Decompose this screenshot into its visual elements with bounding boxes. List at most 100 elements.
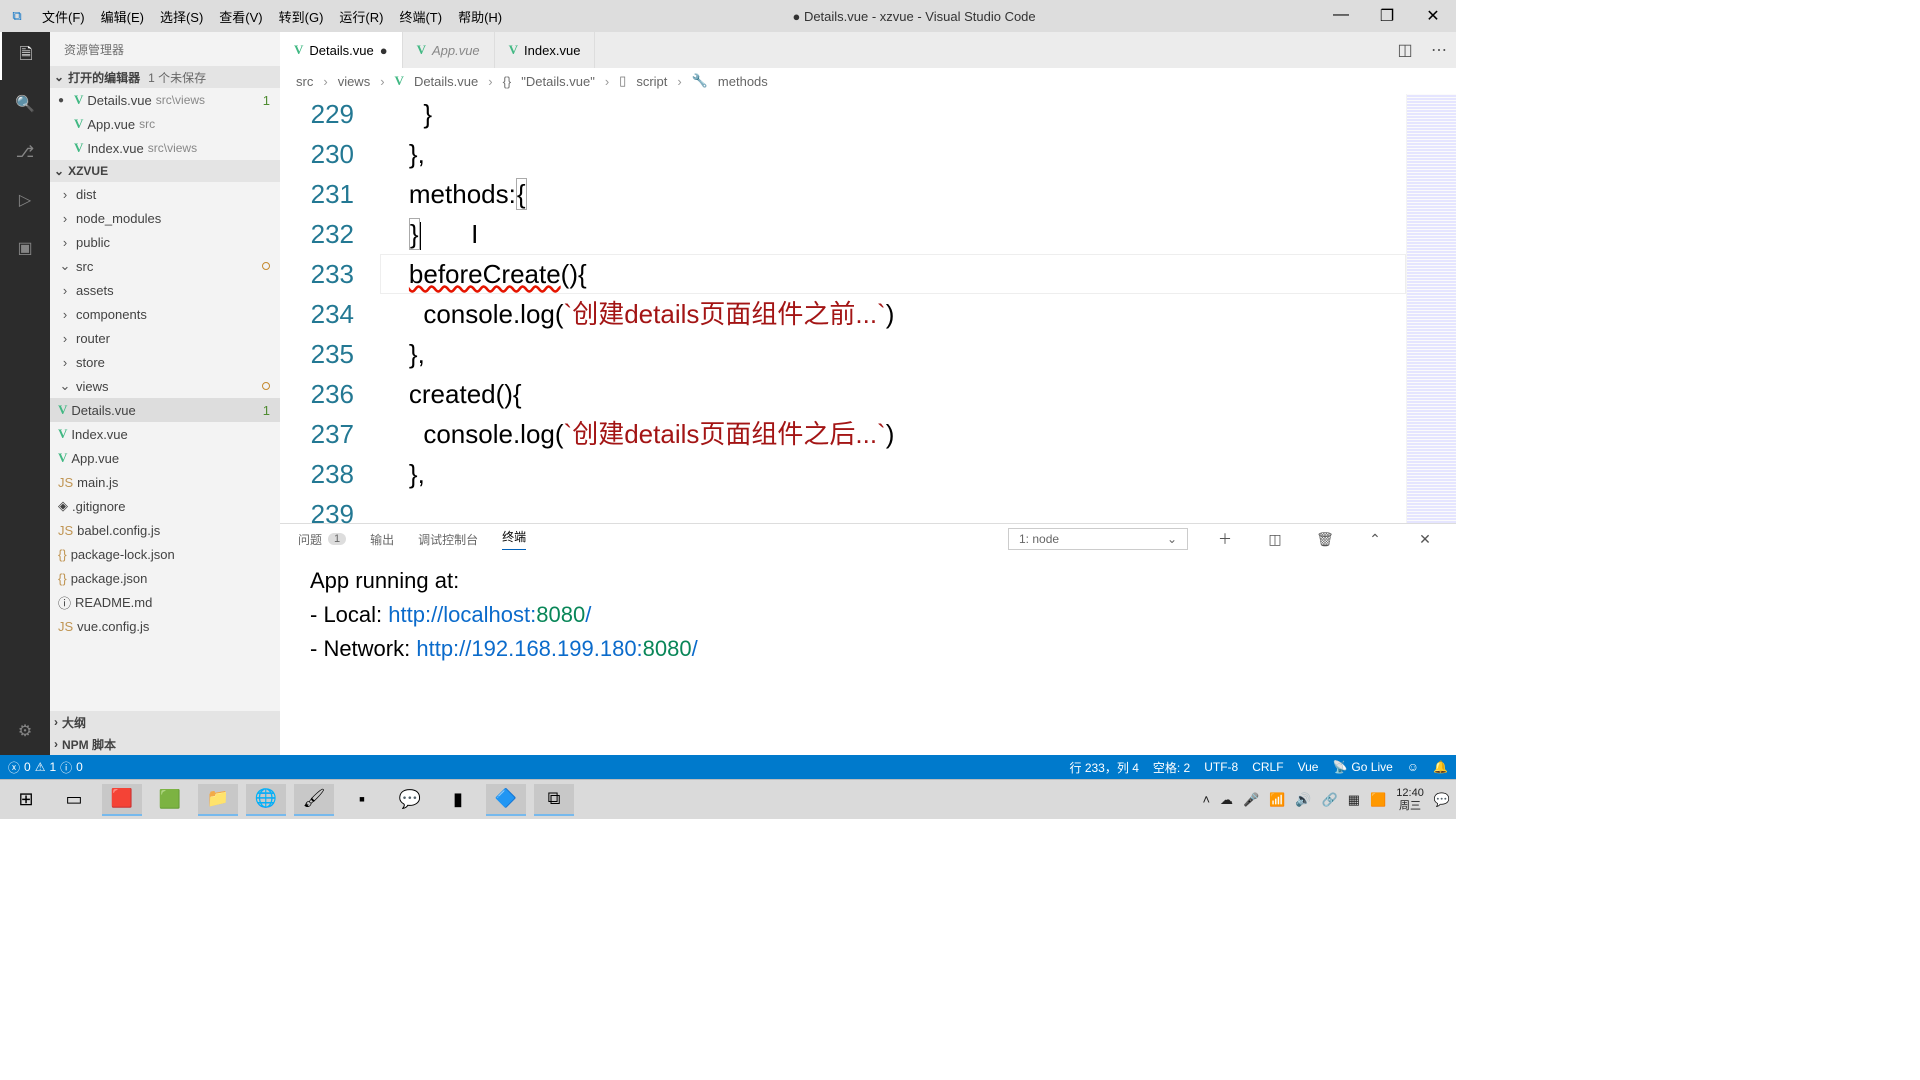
open-editor-item[interactable]: Index.vue src\views xyxy=(50,136,280,160)
close-button[interactable]: ✕ xyxy=(1410,6,1456,26)
search-icon[interactable]: 🔍 xyxy=(0,80,50,128)
wifi-icon[interactable]: 📶 xyxy=(1269,792,1285,808)
tray-chevron-icon[interactable]: ˄ xyxy=(1202,792,1210,807)
run-debug-icon[interactable]: ▷ xyxy=(0,176,50,224)
volume-icon[interactable]: 🔊 xyxy=(1295,792,1311,808)
terminal-output[interactable]: App running at: - Local: http://localhos… xyxy=(280,554,1456,755)
menu-run[interactable]: 运行(R) xyxy=(331,7,391,26)
explorer-icon[interactable]: 🗎 xyxy=(0,32,50,80)
taskbar-app[interactable]: ▪ xyxy=(342,784,382,816)
breadcrumb[interactable]: src› views› Details.vue› {}"Details.vue"… xyxy=(280,68,1456,94)
extensions-icon[interactable]: ▣ xyxy=(0,224,50,272)
minimap[interactable] xyxy=(1406,94,1456,523)
folder-item[interactable]: ›node_modules xyxy=(50,206,280,230)
menu-file[interactable]: 文件(F) xyxy=(34,7,93,26)
js-file-icon: JS xyxy=(58,475,73,490)
folder-item[interactable]: ›store xyxy=(50,350,280,374)
taskbar-app[interactable]: 🔷 xyxy=(486,784,526,816)
taskbar-app[interactable]: 🟥 xyxy=(102,784,142,816)
source-control-icon[interactable]: ⎇ xyxy=(0,128,50,176)
file-item[interactable]: {} package-lock.json xyxy=(50,542,280,566)
open-editor-item[interactable]: ● Details.vue src\views 1 xyxy=(50,88,280,112)
status-cursor-pos[interactable]: 行 233，列 4 xyxy=(1070,759,1139,776)
tab-index[interactable]: Index.vue xyxy=(495,32,596,68)
kill-terminal-icon[interactable]: 🗑 xyxy=(1312,531,1338,548)
outline-section[interactable]: ›大纲 xyxy=(50,711,280,733)
vue-file-icon xyxy=(58,450,67,466)
folder-item[interactable]: ›assets xyxy=(50,278,280,302)
file-item[interactable]: JS main.js xyxy=(50,470,280,494)
file-item-details[interactable]: Details.vue1 xyxy=(50,398,280,422)
menu-help[interactable]: 帮助(H) xyxy=(450,7,510,26)
menu-terminal[interactable]: 终端(T) xyxy=(391,7,450,26)
notifications-icon[interactable]: 💬 xyxy=(1434,792,1450,808)
file-explorer-icon[interactable]: 📁 xyxy=(198,784,238,816)
file-item[interactable]: JS vue.config.js xyxy=(50,614,280,638)
maximize-panel-icon[interactable]: ⌃ xyxy=(1362,531,1388,548)
new-terminal-icon[interactable]: ＋ xyxy=(1212,529,1238,549)
maximize-button[interactable]: ❐ xyxy=(1364,6,1410,26)
microphone-icon[interactable]: 🎤 xyxy=(1243,792,1259,808)
menu-selection[interactable]: 选择(S) xyxy=(152,7,211,26)
panel-tab-output[interactable]: 输出 xyxy=(370,531,394,548)
panel-tab-terminal[interactable]: 终端 xyxy=(502,528,526,550)
taskbar-app[interactable]: 🟩 xyxy=(150,784,190,816)
npm-scripts-section[interactable]: ›NPM 脚本 xyxy=(50,733,280,755)
status-bell-icon[interactable]: 🔔 xyxy=(1433,760,1448,774)
tray-icon[interactable]: ▦ xyxy=(1348,792,1360,808)
minimize-button[interactable]: — xyxy=(1318,6,1364,26)
menu-go[interactable]: 转到(G) xyxy=(271,7,332,26)
wechat-icon[interactable]: 💬 xyxy=(390,784,430,816)
windows-taskbar: ⊞ ▭ 🟥 🟩 📁 🌐 🖌 ▪ 💬 ▮ 🔷 ⧉ ˄ ☁ 🎤 📶 🔊 🔗 ▦ 🟧 … xyxy=(0,779,1456,819)
status-errors[interactable]: ⓧ0 ⚠1 ⓘ0 xyxy=(8,759,83,776)
file-item[interactable]: ⓘ README.md xyxy=(50,590,280,614)
cmd-icon[interactable]: ▮ xyxy=(438,784,478,816)
status-language[interactable]: Vue xyxy=(1298,760,1319,774)
folder-item[interactable]: ›public xyxy=(50,230,280,254)
settings-gear-icon[interactable]: ⚙ xyxy=(0,707,50,755)
status-encoding[interactable]: UTF-8 xyxy=(1204,760,1238,774)
tab-app[interactable]: App.vue xyxy=(403,32,495,68)
split-editor-icon[interactable]: ◫ xyxy=(1388,32,1422,68)
file-item[interactable]: {} package.json xyxy=(50,566,280,590)
tab-details[interactable]: Details.vue ● xyxy=(280,32,403,68)
menu-edit[interactable]: 编辑(E) xyxy=(93,7,152,26)
clock[interactable]: 12:40周三 xyxy=(1396,787,1424,813)
panel-tab-debug[interactable]: 调试控制台 xyxy=(418,531,478,548)
close-panel-icon[interactable]: ✕ xyxy=(1412,531,1438,548)
open-editor-item[interactable]: App.vue src xyxy=(50,112,280,136)
code-editor[interactable]: 229230231 232233234 235236237 238239 } }… xyxy=(280,94,1456,523)
tray-icon[interactable]: 🔗 xyxy=(1322,792,1338,808)
start-button[interactable]: ⊞ xyxy=(6,784,46,816)
vscode-icon[interactable]: ⧉ xyxy=(534,784,574,816)
onedrive-icon[interactable]: ☁ xyxy=(1220,792,1233,808)
folder-item[interactable]: ⌄views xyxy=(50,374,280,398)
folder-item[interactable]: ⌄src xyxy=(50,254,280,278)
taskbar-app[interactable]: 🖌 xyxy=(294,784,334,816)
more-actions-icon[interactable]: ⋯ xyxy=(1422,32,1456,68)
file-item[interactable]: ◈ .gitignore xyxy=(50,494,280,518)
status-spaces[interactable]: 空格: 2 xyxy=(1153,759,1190,776)
file-item[interactable]: Index.vue xyxy=(50,422,280,446)
folder-item[interactable]: ›router xyxy=(50,326,280,350)
code-content[interactable]: } }, methods:{ } I beforeCreate(){ conso… xyxy=(380,94,1406,523)
file-item[interactable]: JS babel.config.js xyxy=(50,518,280,542)
tray-icon[interactable]: 🟧 xyxy=(1370,792,1386,808)
split-terminal-icon[interactable]: ◫ xyxy=(1262,531,1288,548)
open-editors-section[interactable]: ⌄ 打开的编辑器 1 个未保存 xyxy=(50,66,280,88)
vue-file-icon xyxy=(58,426,67,442)
menu-view[interactable]: 查看(V) xyxy=(211,7,270,26)
chevron-down-icon: ⌄ xyxy=(54,164,64,178)
status-eol[interactable]: CRLF xyxy=(1252,760,1283,774)
file-item[interactable]: App.vue xyxy=(50,446,280,470)
terminal-select[interactable]: 1: node⌄ xyxy=(1008,528,1188,550)
task-view-icon[interactable]: ▭ xyxy=(54,784,94,816)
folder-item[interactable]: ›dist xyxy=(50,182,280,206)
project-section[interactable]: ⌄ XZVUE xyxy=(50,160,280,182)
chrome-icon[interactable]: 🌐 xyxy=(246,784,286,816)
status-feedback-icon[interactable]: ☺ xyxy=(1407,760,1419,774)
js-file-icon: JS xyxy=(58,619,73,634)
folder-item[interactable]: ›components xyxy=(50,302,280,326)
status-golive[interactable]: 📡Go Live xyxy=(1332,760,1392,774)
system-tray[interactable]: ˄ ☁ 🎤 📶 🔊 🔗 ▦ 🟧 12:40周三 💬 xyxy=(1202,787,1450,813)
